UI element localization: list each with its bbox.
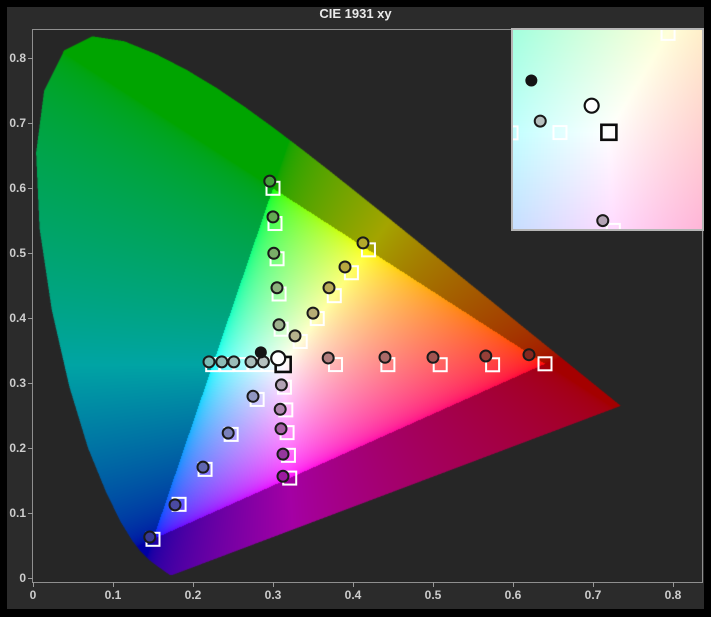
target-marker — [660, 30, 676, 41]
measurement-marker — [274, 378, 288, 392]
measurement-marker — [263, 174, 277, 188]
x-axis-tick — [433, 582, 434, 587]
measurement-marker — [356, 236, 370, 250]
measurement-marker — [479, 349, 493, 363]
measurement-marker — [143, 530, 157, 544]
x-axis-tick-label: 0 — [29, 588, 37, 602]
measurement-marker — [322, 281, 336, 295]
x-axis-tick — [33, 582, 34, 587]
x-axis-tick-label: 0.5 — [424, 588, 442, 602]
measurement-marker — [270, 281, 284, 295]
target-marker — [537, 356, 553, 372]
measurement-marker — [378, 350, 392, 364]
measurement-marker — [533, 114, 547, 128]
measurement-marker — [321, 351, 335, 365]
chart-title: CIE 1931 xy — [319, 6, 392, 21]
inset-marker-layer — [513, 30, 676, 229]
y-axis-tick-label: 0.8 — [9, 51, 26, 66]
x-axis-tick-label: 0.2 — [184, 588, 202, 602]
x-axis-tick — [353, 582, 354, 587]
target-marker — [552, 125, 568, 141]
measurement-marker — [246, 389, 260, 403]
x-axis-tick-label: 0.7 — [584, 588, 602, 602]
y-axis-tick-label: 0.5 — [9, 246, 26, 261]
x-axis-tick-label: 0.6 — [504, 588, 522, 602]
x-axis-tick-label: 0.1 — [104, 588, 122, 602]
measurement-marker — [267, 246, 281, 260]
whitepoint-inset — [511, 28, 704, 231]
measurement-marker — [202, 355, 216, 369]
measurement-marker — [306, 306, 320, 320]
y-axis-tick-label: 0.1 — [9, 506, 26, 521]
x-axis-tick — [513, 582, 514, 587]
pre-cal-measurement-marker — [525, 74, 538, 87]
y-axis-tick-label: 0.7 — [9, 116, 26, 131]
screenshot-frame: CIE 1931 xy 0 0.1 0.2 0.3 0.4 0.5 0.6 0.7 0.8 0 0.… — [0, 0, 711, 617]
y-axis-tick — [28, 253, 33, 255]
measurement-marker — [227, 355, 241, 369]
measurement-marker — [426, 350, 440, 364]
y-axis-tick-label: 0.6 — [9, 181, 26, 196]
target-marker — [605, 222, 621, 229]
whitepoint-measurement-marker — [583, 97, 600, 114]
measurement-marker — [244, 355, 258, 369]
x-axis-tick-label: 0.4 — [344, 588, 362, 602]
y-axis-tick-label: 0.3 — [9, 376, 26, 391]
y-axis-tick — [28, 123, 33, 125]
measurement-marker — [196, 460, 210, 474]
measurement-marker — [272, 318, 286, 332]
whitepoint-target-marker — [600, 123, 618, 142]
y-axis-tick — [28, 318, 33, 320]
measurement-marker — [221, 426, 235, 440]
y-axis-tick — [28, 513, 33, 515]
x-axis-tick-label: 0.3 — [264, 588, 282, 602]
measurement-marker — [522, 348, 536, 362]
y-axis-tick — [28, 383, 33, 385]
y-axis-tick-label: 0.2 — [9, 441, 26, 456]
measurement-marker — [276, 447, 290, 461]
measurement-marker — [266, 210, 280, 224]
measurement-marker — [274, 422, 288, 436]
y-axis-tick — [28, 188, 33, 190]
pre-cal-measurement-marker — [254, 346, 267, 359]
measurement-marker — [338, 260, 352, 274]
measurement-marker — [168, 498, 182, 512]
y-axis-tick-label: 0 — [19, 571, 26, 586]
x-axis-tick-label: 0.8 — [664, 588, 682, 602]
whitepoint-measurement-marker — [270, 350, 287, 367]
x-axis-tick — [113, 582, 114, 587]
y-axis-tick — [28, 58, 33, 60]
target-marker — [513, 125, 519, 141]
measurement-marker — [276, 469, 290, 483]
y-axis-tick — [28, 448, 33, 450]
x-axis-tick — [193, 582, 194, 587]
x-axis-tick — [273, 582, 274, 587]
x-axis-tick — [673, 582, 674, 587]
measurement-marker — [288, 329, 302, 343]
measurement-marker — [215, 355, 229, 369]
x-axis-tick — [593, 582, 594, 587]
measurement-marker — [596, 214, 610, 228]
y-axis-tick — [28, 578, 33, 580]
y-axis-tick-label: 0.4 — [9, 311, 26, 326]
measurement-marker — [273, 402, 287, 416]
